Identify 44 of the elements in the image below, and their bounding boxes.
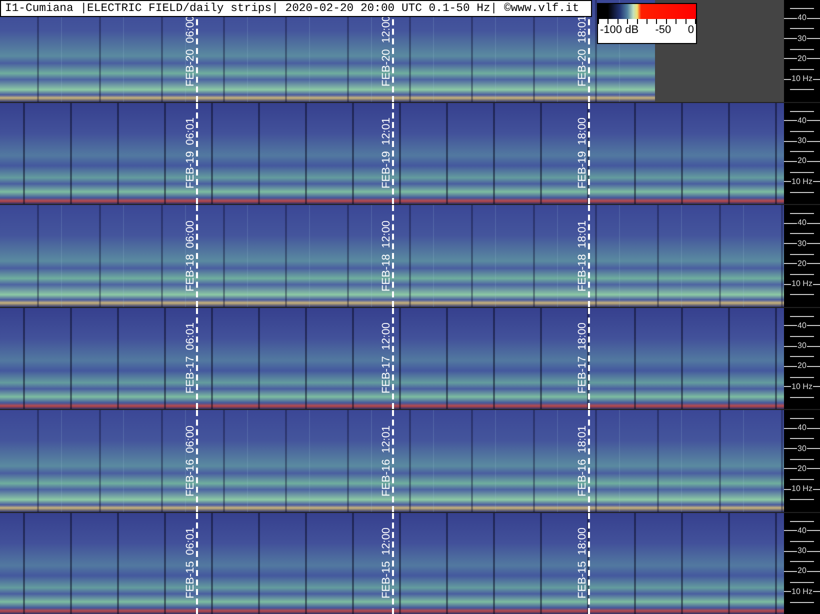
frequency-tick-label: 30	[796, 546, 808, 556]
frequency-tick-label: 30	[796, 444, 808, 454]
time-marker-label: FEB-15 06:01	[184, 528, 196, 599]
scale-label: -100 dB	[600, 24, 639, 37]
frequency-tick-label: 20	[796, 156, 808, 166]
time-marker-label: FEB-17 18:00	[576, 322, 588, 394]
frequency-tick-label: 20	[796, 54, 808, 64]
time-marker-label: FEB-16 06:00	[184, 425, 196, 496]
frequency-tick-label: 10 Hz	[790, 74, 814, 84]
scale-label: -50	[655, 24, 672, 37]
time-marker-label: FEB-16 18:01	[576, 425, 588, 496]
frequency-tick-label: 10 Hz	[790, 586, 814, 597]
frequency-tick-label: 30	[796, 238, 808, 249]
frequency-tick-label: 20	[796, 464, 808, 474]
chart-title: I1-Cumiana |ELECTRIC FIELD/daily strips| 2020-02-20 20:00 UTC 0.1-50 Hz| ©www.vlf.it	[0, 0, 592, 17]
frequency-tick-label: 40	[796, 218, 808, 228]
time-marker-label: FEB-17 06:01	[184, 322, 196, 394]
time-marker-label: FEB-19 06:01	[184, 118, 196, 189]
frequency-tick-label: 40	[796, 526, 808, 536]
time-marker-label: FEB-18 06:00	[184, 220, 196, 292]
time-marker-label: FEB-16 12:01	[380, 425, 392, 496]
frequency-tick-label: 20	[796, 258, 808, 269]
time-marker-label: FEB-18 18:01	[576, 220, 588, 292]
frequency-tick-label: 40	[796, 320, 808, 331]
frequency-tick-label: 10 Hz	[790, 484, 814, 494]
frequency-tick-label: 40	[796, 423, 808, 434]
frequency-tick-label: 20	[796, 361, 808, 372]
frequency-tick-label: 30	[796, 136, 808, 146]
time-marker-label: FEB-17 12:00	[380, 322, 392, 394]
frequency-tick-label: 10 Hz	[790, 176, 814, 187]
frequency-tick-label: 30	[796, 34, 808, 44]
time-marker-label: FEB-20 18:01	[576, 15, 588, 86]
time-marker-label: FEB-15 18:00	[576, 528, 588, 599]
frequency-tick-label: 20	[796, 566, 808, 576]
scale-label: 0	[688, 24, 694, 37]
frequency-tick-label: 10 Hz	[790, 382, 814, 392]
frequency-tick-label: 40	[796, 116, 808, 126]
time-marker-label: FEB-19 12:01	[380, 118, 392, 189]
time-marker-label: FEB-19 18:00	[576, 118, 588, 189]
frequency-tick-label: 30	[796, 341, 808, 352]
frequency-tick-label: 40	[796, 13, 808, 24]
frequency-tick-label: 10 Hz	[790, 279, 814, 290]
time-marker-label: FEB-18 12:00	[380, 220, 392, 292]
time-marker-label: FEB-15 12:00	[380, 528, 392, 599]
